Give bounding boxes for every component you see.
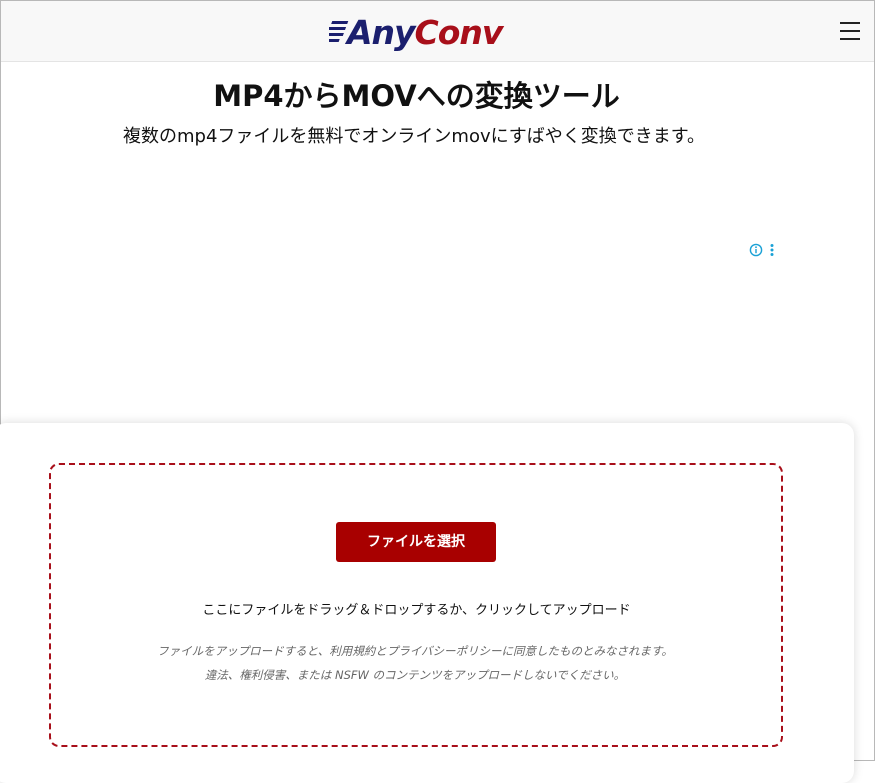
- page-title: MP4からMOVへの変換ツール: [213, 79, 620, 113]
- choose-file-button[interactable]: ファイルを選択: [336, 522, 496, 562]
- info-icon[interactable]: [749, 243, 763, 257]
- page-subtitle: 複数のmp4ファイルを無料でオンラインmovにすばやく変換できます。: [123, 126, 705, 147]
- logo-wordmark: AnyConv: [347, 13, 504, 53]
- vertical-dots-icon[interactable]: [768, 243, 776, 257]
- hamburger-menu-icon[interactable]: [840, 22, 860, 40]
- terms-notice: ファイルをアップロードすると、利用規約とプライバシーポリシーに同意したものとみな…: [157, 644, 673, 658]
- logo-any-text: Any: [347, 13, 416, 52]
- content-policy-notice: 違法、権利侵害、または NSFW のコンテンツをアップロードしないでください。: [204, 668, 626, 682]
- drop-hint-text: ここにファイルをドラッグ＆ドロップするか、クリックしてアップロード: [202, 603, 631, 618]
- anyconv-logo[interactable]: AnyConv: [329, 11, 509, 53]
- site-header: AnyConv: [1, 1, 874, 62]
- logo-conv-text: Conv: [414, 13, 504, 52]
